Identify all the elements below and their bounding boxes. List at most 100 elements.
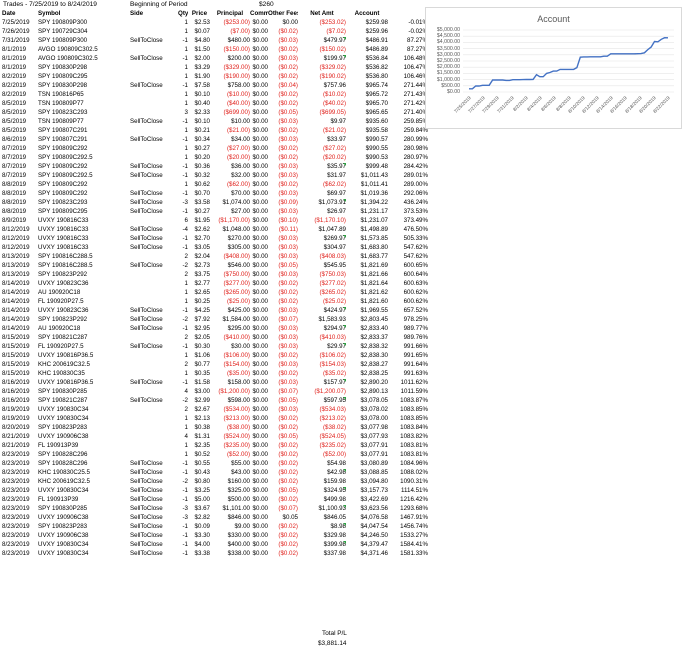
cell-principal: $10.00 xyxy=(231,118,250,125)
cell-account: $2,838.32 xyxy=(360,343,388,350)
cell-account: $1,019.36 xyxy=(360,190,388,197)
cell-qty: -3 xyxy=(182,514,188,521)
cell-price: $2.33 xyxy=(194,109,210,116)
cell-principal: $158.00 xyxy=(227,379,250,386)
cell-date: 8/13/2019 xyxy=(2,253,30,260)
cell-symbol: SPY 190809C295 xyxy=(38,208,88,215)
cell-account: $2,803.45 xyxy=(360,316,388,323)
cell-principal: ($277.00) xyxy=(223,280,251,287)
header-other-fees: Other Fees xyxy=(268,10,298,17)
cell-date: 8/7/2019 xyxy=(2,172,27,179)
cell-symbol: AVGO 190809C302.5 xyxy=(38,55,98,62)
table-row: 8/7/2019 SPY 190809C292 SellToClose -1 $0.36… xyxy=(0,163,440,171)
cell-date: 7/31/2019 xyxy=(2,37,30,44)
cell-comm: $0.00 xyxy=(252,478,268,485)
cell-net-amt: $499.98 xyxy=(323,496,346,503)
cell-return-pct: 280.99% xyxy=(403,136,428,143)
cell-price: $0.52 xyxy=(194,451,210,458)
cell-symbol: SPY 190830P298 xyxy=(38,82,88,89)
cell-symbol: SPY 190807C291 xyxy=(38,136,88,143)
header-side: Side xyxy=(130,10,144,17)
cell-other-fees: ($0.02) xyxy=(278,46,298,53)
cell-other-fees: ($0.03) xyxy=(278,271,298,278)
cell-qty: -1 xyxy=(182,496,188,503)
cell-other-fees: ($0.02) xyxy=(278,100,298,107)
cell-return-pct: 978.25% xyxy=(403,316,428,323)
cell-return-pct: 600.63% xyxy=(403,280,428,287)
cell-date: 8/6/2019 xyxy=(2,136,27,143)
cell-net-amt: ($106.02) xyxy=(319,352,347,359)
cell-account: $990.53 xyxy=(365,154,388,161)
cell-symbol: SPY 190828C296 xyxy=(38,460,88,467)
cell-principal: ($329.00) xyxy=(223,64,251,71)
table-row: 8/8/2019 SPY 190809C292 SellToClose -1 $0.70… xyxy=(0,190,440,198)
table-row: 8/21/2019 UVXY 190906C38 4 $1.31 ($524.00) $0… xyxy=(0,433,440,441)
cell-date: 8/2/2019 xyxy=(2,73,27,80)
cell-qty: 1 xyxy=(184,370,188,377)
cell-qty: 1 xyxy=(184,91,188,98)
cell-other-fees: $0.00 xyxy=(282,19,298,26)
cell-price: $0.80 xyxy=(194,478,210,485)
beginning-of-period-label: Beginning of Period xyxy=(130,1,188,8)
cell-price: $1.31 xyxy=(194,433,210,440)
cell-qty: 1 xyxy=(184,181,188,188)
cell-other-fees: ($0.03) xyxy=(278,55,298,62)
cell-date: 8/1/2019 xyxy=(2,64,27,71)
cell-symbol: AVGO 190809C302.5 xyxy=(38,46,98,53)
table-row: 8/5/2019 SPY 190823C293 3 $2.33 ($699.00) $0.… xyxy=(0,109,440,117)
cell-return-pct: 600.62% xyxy=(403,298,428,305)
cell-side: SellToClose xyxy=(130,343,163,350)
cell-side: SellToClose xyxy=(130,325,163,332)
cell-principal: $70.00 xyxy=(231,190,250,197)
cell-other-fees: ($0.10) xyxy=(278,217,298,224)
cell-symbol: TSN 190809P77 xyxy=(38,118,84,125)
cell-comm: $0.00 xyxy=(252,109,268,116)
cell-comm: $0.00 xyxy=(252,361,268,368)
cell-qty: 4 xyxy=(184,433,188,440)
cell-principal: ($20.00) xyxy=(226,154,250,161)
cell-qty: -2 xyxy=(182,316,188,323)
cell-qty: 6 xyxy=(184,217,188,224)
cell-return-pct: 547.62% xyxy=(403,244,428,251)
note-indicator xyxy=(343,343,346,346)
cell-qty: 1 xyxy=(184,451,188,458)
cell-account: $935.60 xyxy=(365,118,388,125)
cell-net-amt: ($410.03) xyxy=(319,334,347,341)
cell-net-amt: $329.98 xyxy=(323,532,346,539)
table-row: 8/7/2019 SPY 190809C292.5 SellToClose -1 $0.… xyxy=(0,172,440,180)
cell-symbol: SPY 190809C295 xyxy=(38,73,88,80)
cell-qty: -2 xyxy=(182,262,188,269)
cell-net-amt: ($21.02) xyxy=(322,127,346,134)
cell-other-fees: ($0.03) xyxy=(278,379,298,386)
cell-principal: $480.00 xyxy=(227,37,250,44)
cell-comm: $0.00 xyxy=(252,289,268,296)
cell-principal: $500.00 xyxy=(227,496,250,503)
cell-net-amt: ($265.02) xyxy=(319,289,347,296)
cell-price: $0.27 xyxy=(194,208,210,215)
cell-net-amt: ($524.05) xyxy=(319,433,347,440)
cell-price: $0.35 xyxy=(194,370,210,377)
header-price: Price xyxy=(191,10,208,17)
cell-principal: $330.00 xyxy=(227,532,250,539)
cell-comm: $0.00 xyxy=(252,64,268,71)
cell-other-fees: ($0.02) xyxy=(278,451,298,458)
cell-other-fees: ($0.07) xyxy=(278,388,298,395)
cell-account: $3,077.98 xyxy=(360,424,388,431)
cell-account: $1,683.80 xyxy=(360,244,388,251)
table-row: 8/23/2019 UVXY 190906C38 SellToClose -1 $3.3… xyxy=(0,532,440,540)
cell-principal: $1,074.00 xyxy=(222,199,250,206)
cell-return-pct: 280.97% xyxy=(403,154,428,161)
cell-qty: 2 xyxy=(184,253,188,260)
cell-account: $1,011.41 xyxy=(360,181,388,188)
account-chart: Account $0.00 $500.00 $1,000.00 $1,500.00 $2… xyxy=(425,7,682,129)
cell-qty: 2 xyxy=(184,406,188,413)
note-indicator xyxy=(343,469,346,472)
cell-other-fees: ($0.03) xyxy=(278,235,298,242)
cell-net-amt: ($62.02) xyxy=(322,181,346,188)
cell-date: 8/14/2019 xyxy=(2,316,30,323)
cell-symbol: UVXY 190830C34 xyxy=(38,550,89,557)
cell-date: 8/23/2019 xyxy=(2,505,30,512)
cell-qty: 1 xyxy=(184,64,188,71)
cell-other-fees: ($0.03) xyxy=(278,172,298,179)
cell-date: 8/9/2019 xyxy=(2,217,27,224)
